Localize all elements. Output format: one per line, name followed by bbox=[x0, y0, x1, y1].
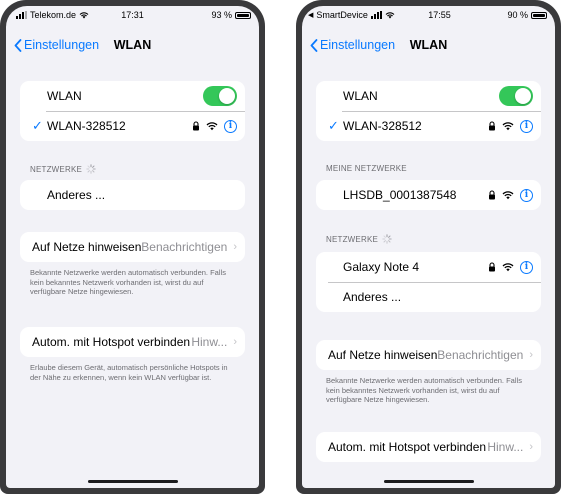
my-networks-header-label: MEINE NETZWERKE bbox=[326, 164, 407, 173]
my-network-row[interactable]: LHSDB_0001387548 i bbox=[316, 180, 541, 210]
networks-header-label: NETZWERKE bbox=[30, 164, 83, 174]
lock-icon bbox=[489, 190, 495, 200]
info-icon[interactable]: i bbox=[520, 260, 533, 274]
my-network-name: LHSDB_0001387548 bbox=[343, 188, 457, 202]
wifi-icon bbox=[502, 122, 514, 131]
wlan-label: WLAN bbox=[47, 89, 82, 103]
hotspot-label: Autom. mit Hotspot verbinden bbox=[32, 335, 191, 349]
chevron-right-icon: › bbox=[233, 241, 237, 253]
home-indicator[interactable] bbox=[383, 480, 474, 483]
networks-group: Anderes ... bbox=[20, 180, 245, 210]
notify-value: Benachrichtigen bbox=[141, 240, 228, 254]
wifi-icon bbox=[206, 122, 218, 131]
hotspot-value: Hinw... bbox=[191, 335, 228, 349]
hotspot-row[interactable]: Autom. mit Hotspot verbinden Hinw... › bbox=[316, 432, 541, 462]
status-bar: ◀ SmartDevice 17:55 90 % bbox=[302, 6, 555, 24]
lock-icon bbox=[489, 262, 495, 272]
wlan-toggle-row: WLAN bbox=[316, 81, 541, 111]
nav-bar: Einstellungen WLAN bbox=[6, 32, 259, 58]
other-network-label: Anderes ... bbox=[47, 188, 106, 202]
loading-spinner-icon bbox=[382, 234, 392, 244]
other-network-row[interactable]: Anderes ... bbox=[316, 282, 541, 312]
notify-label: Auf Netze hinweisen bbox=[32, 240, 142, 254]
home-indicator[interactable] bbox=[87, 480, 178, 483]
nav-bar: Einstellungen WLAN bbox=[302, 32, 555, 58]
battery-percent: 93 % bbox=[211, 10, 232, 20]
wlan-toggle[interactable] bbox=[499, 86, 533, 106]
notify-group: Auf Netze hinweisen Benachrichtigen › bbox=[20, 232, 245, 262]
networks-header-label: NETZWERKE bbox=[326, 234, 379, 244]
battery-icon bbox=[235, 11, 251, 19]
screen-left: Telekom.de 17:31 93 % Einstellungen WLAN… bbox=[6, 6, 259, 488]
notify-row[interactable]: Auf Netze hinweisen Benachrichtigen › bbox=[316, 340, 541, 370]
networks-section-header: NETZWERKE bbox=[30, 164, 96, 174]
info-icon[interactable]: i bbox=[520, 119, 533, 133]
info-icon[interactable]: i bbox=[520, 188, 533, 202]
chevron-right-icon: › bbox=[233, 336, 237, 348]
my-networks-group: LHSDB_0001387548 i bbox=[316, 180, 541, 210]
info-icon[interactable]: i bbox=[224, 119, 237, 133]
connected-network-row[interactable]: ✓ WLAN-328512 i bbox=[20, 111, 245, 141]
page-title: WLAN bbox=[409, 38, 448, 52]
connected-network-name: WLAN-328512 bbox=[343, 119, 422, 133]
wifi-icon bbox=[502, 263, 514, 272]
hotspot-label: Autom. mit Hotspot verbinden bbox=[328, 440, 487, 454]
networks-group: Galaxy Note 4 i Anderes ... bbox=[316, 252, 541, 312]
page-title: WLAN bbox=[113, 38, 152, 52]
wlan-toggle[interactable] bbox=[203, 86, 237, 106]
checkmark-icon: ✓ bbox=[328, 118, 339, 133]
wlan-group: WLAN ✓ WLAN-328512 i bbox=[20, 81, 245, 141]
other-network-row[interactable]: Anderes ... bbox=[20, 180, 245, 210]
wlan-toggle-row: WLAN bbox=[20, 81, 245, 111]
wlan-group: WLAN ✓ WLAN-328512 i bbox=[316, 81, 541, 141]
hotspot-group: Autom. mit Hotspot verbinden Hinw... › bbox=[316, 432, 541, 462]
network-name: Galaxy Note 4 bbox=[343, 260, 420, 274]
wifi-icon bbox=[502, 191, 514, 200]
network-row[interactable]: Galaxy Note 4 i bbox=[316, 252, 541, 282]
notify-footer: Bekannte Netzwerke werden automatisch ve… bbox=[326, 376, 522, 404]
connected-network-name: WLAN-328512 bbox=[47, 119, 126, 133]
notify-value: Benachrichtigen bbox=[437, 348, 524, 362]
hotspot-footer: Erlaube diesem Gerät, automatisch persön… bbox=[30, 363, 228, 382]
checkmark-icon: ✓ bbox=[32, 118, 43, 133]
other-network-label: Anderes ... bbox=[343, 290, 402, 304]
notify-group: Auf Netze hinweisen Benachrichtigen › bbox=[316, 340, 541, 370]
chevron-right-icon: › bbox=[529, 441, 533, 453]
wlan-label: WLAN bbox=[343, 89, 378, 103]
loading-spinner-icon bbox=[86, 164, 96, 174]
hotspot-row[interactable]: Autom. mit Hotspot verbinden Hinw... › bbox=[20, 327, 245, 357]
lock-icon bbox=[489, 121, 495, 131]
hotspot-group: Autom. mit Hotspot verbinden Hinw... › bbox=[20, 327, 245, 357]
hotspot-value: Hinw... bbox=[487, 440, 524, 454]
battery-icon bbox=[531, 11, 547, 19]
networks-section-header: NETZWERKE bbox=[326, 234, 392, 244]
chevron-right-icon: › bbox=[529, 349, 533, 361]
my-networks-section-header: MEINE NETZWERKE bbox=[326, 164, 407, 173]
connected-network-row[interactable]: ✓ WLAN-328512 i bbox=[316, 111, 541, 141]
phone-left: Telekom.de 17:31 93 % Einstellungen WLAN… bbox=[0, 0, 265, 494]
status-bar: Telekom.de 17:31 93 % bbox=[6, 6, 259, 24]
phone-right: ◀ SmartDevice 17:55 90 % Einstellungen W… bbox=[296, 0, 561, 494]
lock-icon bbox=[193, 121, 199, 131]
notify-row[interactable]: Auf Netze hinweisen Benachrichtigen › bbox=[20, 232, 245, 262]
battery-percent: 90 % bbox=[507, 10, 528, 20]
notify-footer: Bekannte Netzwerke werden automatisch ve… bbox=[30, 268, 226, 296]
screen-right: ◀ SmartDevice 17:55 90 % Einstellungen W… bbox=[302, 6, 555, 488]
notify-label: Auf Netze hinweisen bbox=[328, 348, 438, 362]
